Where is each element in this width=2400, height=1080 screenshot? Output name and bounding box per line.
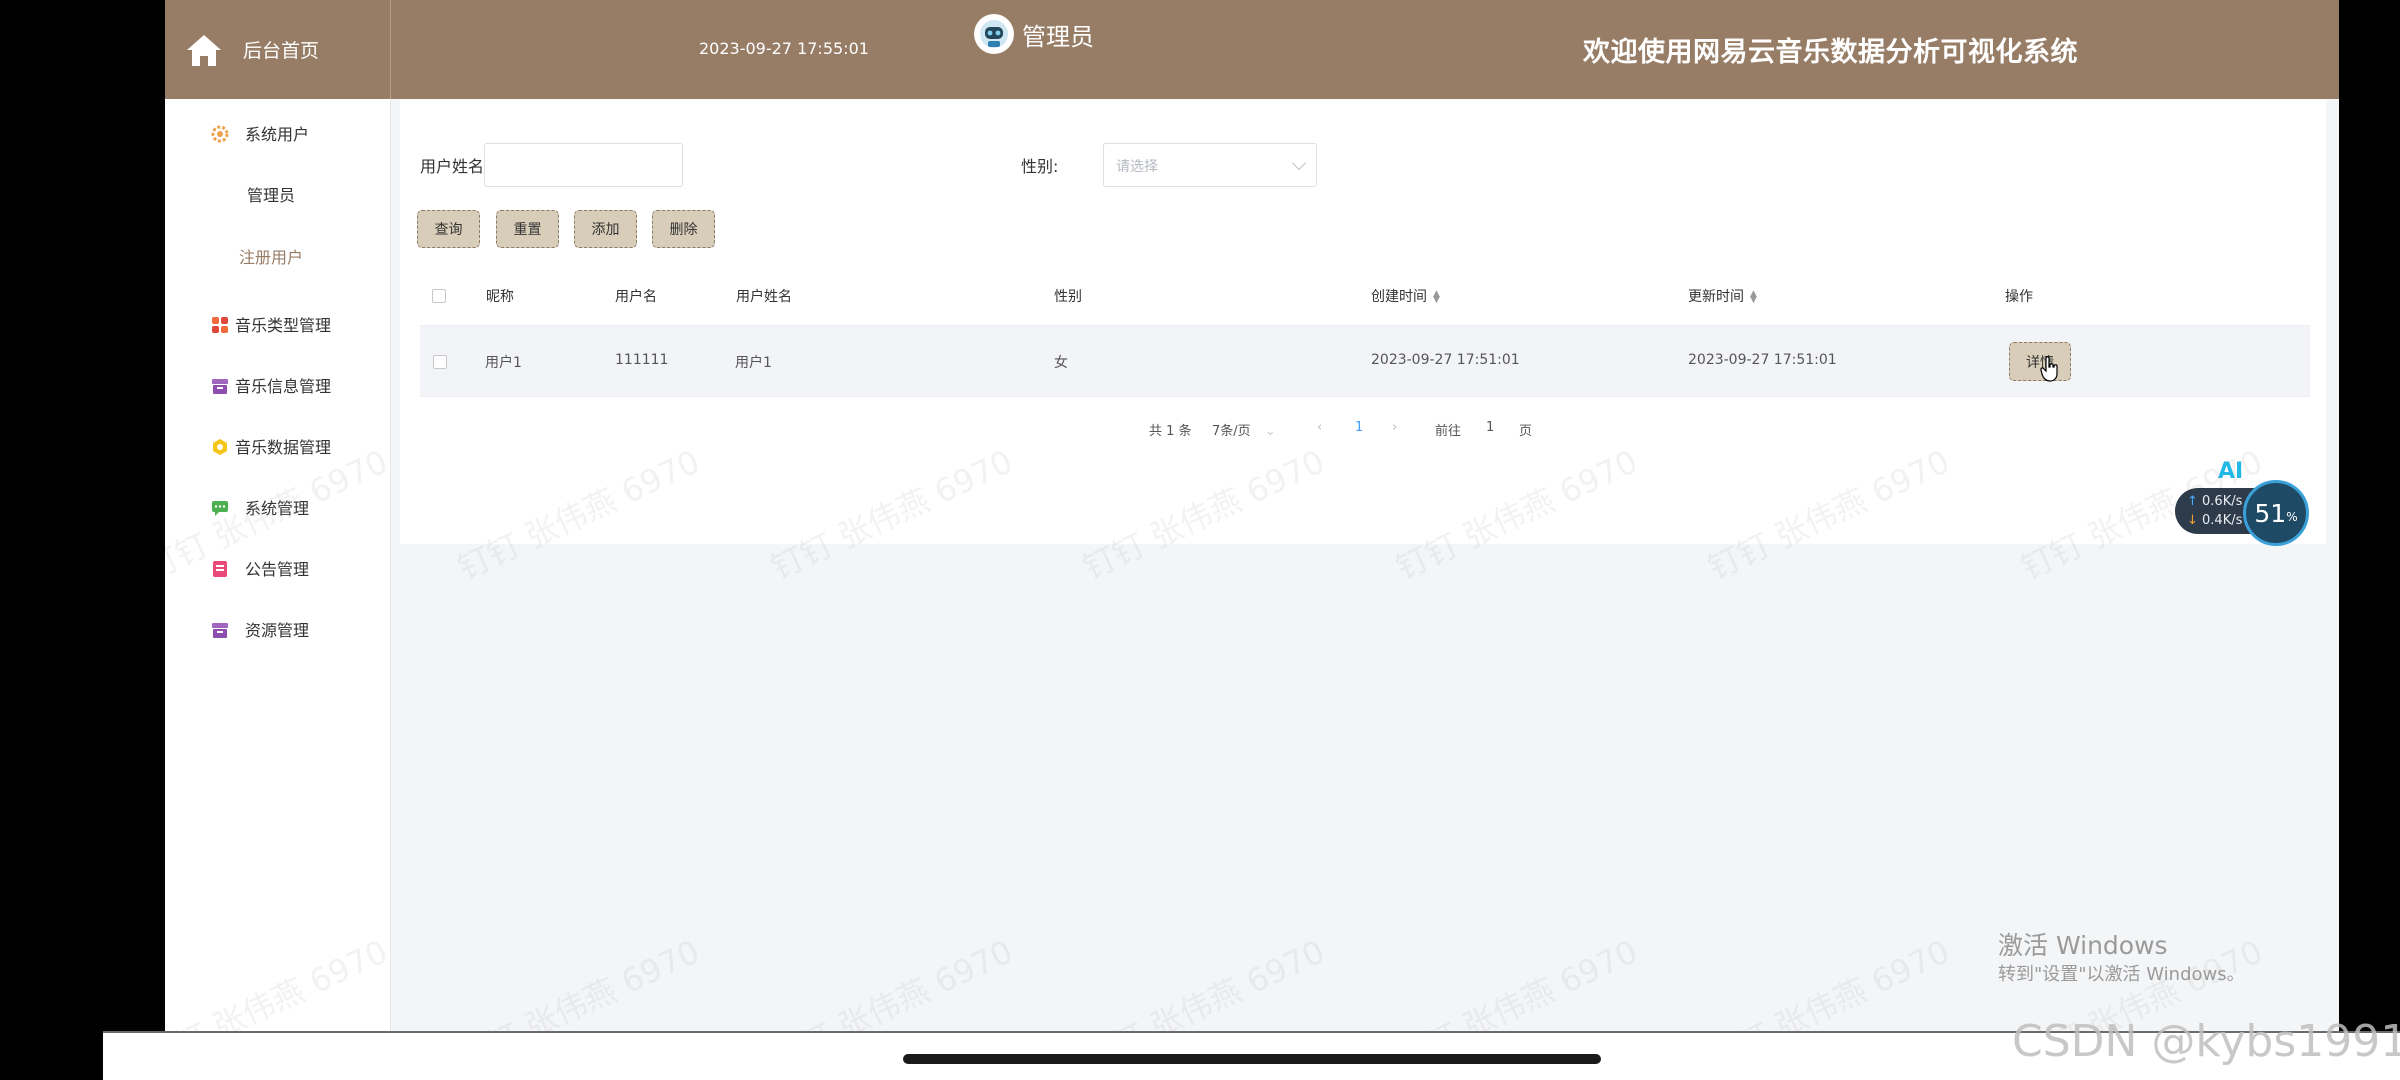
activation-subtitle: 转到"设置"以激活 Windows。 [1998,964,2245,985]
table-row: 用户1 111111 用户1 女 2023-09-27 17:51:01 202… [420,325,2310,397]
sidebar-item-label: 音乐信息管理 [235,377,332,396]
app-screen: 后台首页 2023-09-27 17:55:01 管理员 欢迎使用网易云音乐数据… [165,0,2339,1040]
column-header-sortable[interactable]: 更新时间 ▲ ▼ [1688,286,1757,306]
home-icon [187,34,221,66]
cell-nickname: 用户1 [485,355,522,371]
delete-button[interactable]: 删除 [652,210,715,248]
page-number-current[interactable]: 1 [1355,420,1363,435]
pagination-total: 共 1 条 [1149,424,1192,439]
arrow-up-icon: ↑ [2187,494,2203,509]
admin-label: 管理员 [1022,22,1094,51]
network-speed-widget[interactable]: ↑ 0.6K/s ↓ 0.4K/s 51% [2175,480,2310,546]
column-header-sortable[interactable]: 创建时间 ▲ ▼ [1371,286,1440,306]
box-icon [211,621,228,638]
query-button[interactable]: 查询 [417,210,480,248]
column-header: 用户名 [615,289,657,305]
prev-page-icon[interactable]: ‹ [1317,420,1322,435]
chevron-down-icon [1291,155,1307,171]
sidebar-item-label: 公告管理 [245,560,310,579]
sidebar-item-label: 系统管理 [245,499,310,518]
home-label: 后台首页 [243,40,320,62]
upload-speed: ↑ 0.6K/s [2187,494,2242,509]
reset-button[interactable]: 重置 [496,210,559,248]
column-header: 用户姓名 [736,289,792,305]
hexagon-icon [211,438,227,455]
chevron-down-icon: ⌄ [1264,424,1276,439]
column-header: 操作 [2005,289,2033,305]
goto-suffix: 页 [1519,424,1533,439]
download-speed-value: 0.4K/s [2202,513,2243,528]
cell-updated: 2023-09-27 17:51:01 [1688,352,1837,368]
row-checkbox[interactable] [433,355,447,369]
sort-icon: ▲ ▼ [1433,289,1440,305]
memory-percent: 51 [2254,498,2287,528]
gender-select[interactable]: 请选择 [1103,143,1317,187]
hand-cursor-icon [2040,356,2058,382]
page-size-label: 7条/页 [1212,424,1251,439]
watermark-text: 钉钉 张伟燕 6970 [1077,932,1331,1040]
name-label: 用户姓名: [420,157,490,176]
next-page-icon[interactable]: › [1392,420,1397,435]
home-indicator[interactable] [903,1054,1601,1064]
sidebar-item-music-info[interactable]: 音乐信息管理 [165,365,391,405]
column-header: 昵称 [486,289,514,305]
goto-page-input[interactable]: 1 [1486,420,1494,435]
current-datetime: 2023-09-27 17:55:01 [699,39,869,58]
gender-label: 性别: [1021,157,1059,176]
home-link[interactable]: 后台首页 [165,0,391,99]
sidebar-item-label: 音乐数据管理 [235,438,332,457]
sidebar-item-registered-users[interactable]: 注册用户 [165,236,377,276]
gender-placeholder: 请选择 [1116,159,1158,175]
watermark-text: 钉钉 张伟燕 6970 [765,932,1019,1040]
activation-title: 激活 Windows [1998,931,2168,960]
sidebar-item-music-types[interactable]: 音乐类型管理 [165,304,391,344]
robot-avatar-icon [974,14,1014,54]
add-button[interactable]: 添加 [574,210,637,248]
sidebar-item-label: 资源管理 [245,621,310,640]
name-input[interactable] [484,143,683,187]
notice-icon [211,560,227,577]
download-speed: ↓ 0.4K/s [2187,513,2242,528]
admin-info[interactable]: 管理员 [974,14,1094,54]
gear-icon [211,125,229,143]
sidebar-item-label: 管理员 [246,186,295,205]
arrow-down-icon: ↓ [2187,513,2203,528]
system-title: 欢迎使用网易云音乐数据分析可视化系统 [1583,37,2078,68]
sidebar-item-announcements[interactable]: 公告管理 [165,548,391,588]
column-header-label: 创建时间 [1371,289,1427,305]
cell-created: 2023-09-27 17:51:01 [1371,352,1520,368]
csdn-credit: CSDN @kybs1991 [2012,1016,2400,1067]
top-header: 后台首页 2023-09-27 17:55:01 管理员 欢迎使用网易云音乐数据… [165,0,2339,99]
page-size-select[interactable]: 7条/页 ⌄ [1212,420,1276,439]
sidebar-item-system-users[interactable]: 系统用户 [165,113,391,153]
cell-username: 111111 [615,352,669,368]
sidebar-item-admin[interactable]: 管理员 [165,174,377,214]
grid-icon [211,316,228,333]
sidebar-item-resources[interactable]: 资源管理 [165,609,391,649]
memory-usage-circle: 51% [2243,480,2309,546]
cell-gender: 女 [1054,355,1068,371]
main-content: 用户姓名: 性别: 请选择 查询 重置 添加 删除 昵称 用户名 用户姓名 性别… [400,100,2326,544]
watermark-text: 钉钉 张伟燕 6970 [1390,932,1644,1040]
sidebar-item-system-management[interactable]: 系统管理 [165,487,391,527]
sidebar-item-music-data[interactable]: 音乐数据管理 [165,426,391,466]
box-icon [211,377,228,394]
select-all-checkbox[interactable] [432,289,446,303]
sort-icon: ▲ ▼ [1750,289,1757,305]
upload-speed-value: 0.6K/s [2202,494,2243,509]
watermark-text: 钉钉 张伟燕 6970 [1702,932,1956,1040]
cell-realname: 用户1 [735,355,772,371]
watermark-text: 钉钉 张伟燕 6970 [452,932,706,1040]
goto-prefix: 前往 [1435,424,1462,439]
column-header: 性别 [1054,289,1082,305]
sidebar-item-label: 注册用户 [238,248,303,267]
sidebar-item-label: 音乐类型管理 [235,316,332,335]
column-header-label: 更新时间 [1688,289,1744,305]
sidebar: 系统用户 管理员 注册用户 音乐类型管理 音乐信息管理 音乐数据管理 系统管理 … [165,99,391,1040]
sidebar-item-label: 系统用户 [245,125,310,144]
percent-unit: % [2286,510,2298,524]
chat-icon [211,499,228,516]
